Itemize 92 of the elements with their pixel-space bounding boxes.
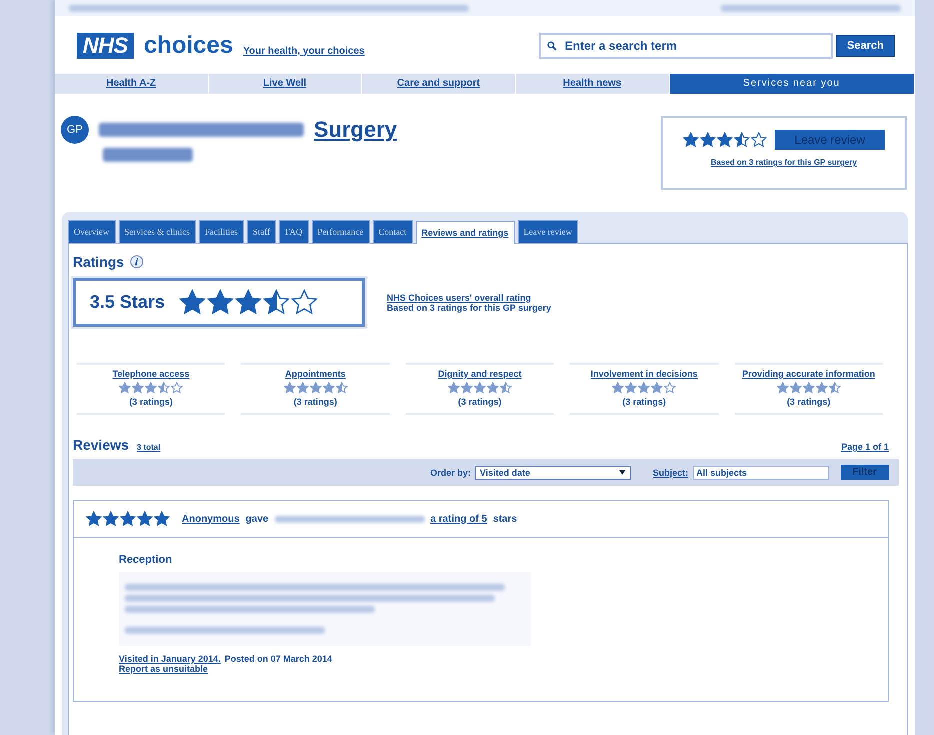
ratings-basis-text: Based on 3 ratings for this GP surgery bbox=[387, 302, 552, 312]
star-icon bbox=[86, 511, 102, 527]
posted-date: Posted on 07 March 2014 bbox=[224, 654, 332, 664]
tab[interactable]: Performance bbox=[312, 220, 370, 243]
star-icon bbox=[716, 132, 733, 148]
tab[interactable]: FAQ bbox=[279, 220, 309, 243]
star-icon bbox=[284, 382, 296, 394]
tab[interactable]: Staff bbox=[246, 220, 276, 243]
practice-title: Surgery bbox=[314, 117, 398, 143]
ratings-heading: Ratings bbox=[73, 254, 124, 270]
star-icon bbox=[638, 382, 650, 394]
star-icon bbox=[336, 382, 348, 394]
star-icon bbox=[103, 511, 119, 527]
star-icon bbox=[750, 132, 767, 148]
star-icon bbox=[119, 382, 132, 394]
order-by-label: Order by: bbox=[430, 468, 472, 478]
page-indicator: Page 1 of 1 bbox=[841, 442, 889, 452]
star-icon bbox=[132, 382, 144, 394]
brand-name: choices bbox=[144, 32, 234, 60]
nav-item[interactable]: Live Well bbox=[208, 74, 362, 94]
ratings-note-link[interactable]: Based on 3 ratings for this GP surgery bbox=[710, 158, 858, 167]
star-icon bbox=[790, 382, 802, 394]
star-icon bbox=[322, 382, 335, 394]
search-field[interactable]: Enter a search term bbox=[539, 33, 834, 59]
tab[interactable]: Services & clinics bbox=[118, 220, 196, 243]
caret-icon bbox=[619, 470, 626, 475]
ratings-count: (3 ratings) bbox=[129, 397, 173, 407]
reviews-heading: Reviews bbox=[73, 437, 130, 453]
star-icon bbox=[154, 511, 170, 527]
subject-field[interactable]: All subjects bbox=[692, 466, 829, 480]
ratings-count: (3 ratings) bbox=[294, 397, 338, 407]
star-icon bbox=[734, 132, 750, 148]
tab[interactable]: Reviews and ratings bbox=[416, 221, 515, 244]
star-icon bbox=[802, 382, 815, 394]
star-icon bbox=[816, 382, 828, 394]
star-icon bbox=[651, 382, 664, 394]
category-link[interactable]: Appointments bbox=[285, 369, 346, 379]
tab[interactable]: Overview bbox=[68, 220, 116, 243]
star-icon bbox=[664, 382, 676, 394]
ratings-count: (3 ratings) bbox=[622, 397, 666, 407]
nav-item[interactable]: Services near you bbox=[670, 74, 915, 94]
star-icon bbox=[612, 382, 624, 394]
star-icon bbox=[828, 382, 841, 394]
search-button[interactable]: Search bbox=[836, 35, 895, 57]
review-text: stars bbox=[493, 514, 518, 524]
review-text: gave bbox=[246, 514, 269, 524]
review-total: 3 total bbox=[137, 443, 161, 452]
report-link[interactable]: Report as unsuitable bbox=[119, 664, 208, 674]
order-by-dropdown[interactable]: Visited date bbox=[475, 466, 632, 480]
star-icon bbox=[448, 382, 460, 394]
star-icon bbox=[137, 511, 153, 527]
star-icon bbox=[235, 289, 262, 316]
star-icon bbox=[171, 382, 184, 394]
category-link[interactable]: Telephone access bbox=[112, 369, 190, 379]
star-icon bbox=[776, 382, 789, 394]
star-icon bbox=[682, 132, 699, 148]
star-icon bbox=[145, 382, 158, 394]
gp-badge: GP bbox=[61, 116, 89, 144]
star-icon bbox=[474, 382, 486, 394]
tagline-link[interactable]: Your health, your choices bbox=[243, 46, 365, 56]
ratings-count: (3 ratings) bbox=[787, 397, 831, 407]
star-icon bbox=[625, 382, 638, 394]
star-icon bbox=[461, 382, 474, 394]
info-icon[interactable] bbox=[130, 255, 144, 269]
category-link[interactable]: Involvement in decisions bbox=[590, 369, 698, 379]
subject-label: Subject: bbox=[653, 468, 689, 478]
star-icon bbox=[310, 382, 322, 394]
star-icon bbox=[700, 132, 716, 148]
visited-date: Visited in January 2014. bbox=[119, 654, 221, 664]
tab[interactable]: Contact bbox=[372, 220, 413, 243]
ratings-count: (3 ratings) bbox=[458, 397, 502, 407]
overall-rating-link[interactable]: NHS Choices users' overall rating bbox=[387, 292, 552, 302]
review-section-heading: Reception bbox=[119, 554, 172, 566]
tab[interactable]: Facilities bbox=[198, 220, 244, 243]
rating-link[interactable]: a rating of 5 bbox=[430, 514, 488, 524]
author-link[interactable]: Anonymous bbox=[182, 514, 240, 524]
star-icon bbox=[500, 382, 512, 394]
nav-item[interactable]: Care and support bbox=[362, 74, 516, 94]
star-icon bbox=[179, 289, 206, 316]
star-icon bbox=[158, 382, 170, 394]
star-icon bbox=[120, 511, 136, 527]
tab[interactable]: Leave review bbox=[518, 220, 578, 243]
category-link[interactable]: Providing accurate information bbox=[742, 369, 876, 379]
category-link[interactable]: Dignity and respect bbox=[438, 369, 522, 379]
star-icon bbox=[296, 382, 309, 394]
nav-item[interactable]: Health A-Z bbox=[55, 74, 209, 94]
star-icon bbox=[263, 289, 290, 316]
star-icon bbox=[291, 289, 318, 316]
score-text: 3.5 Stars bbox=[90, 292, 166, 313]
star-icon bbox=[487, 382, 500, 394]
nhs-logo[interactable]: NHS bbox=[77, 33, 134, 59]
star-icon bbox=[207, 289, 234, 316]
